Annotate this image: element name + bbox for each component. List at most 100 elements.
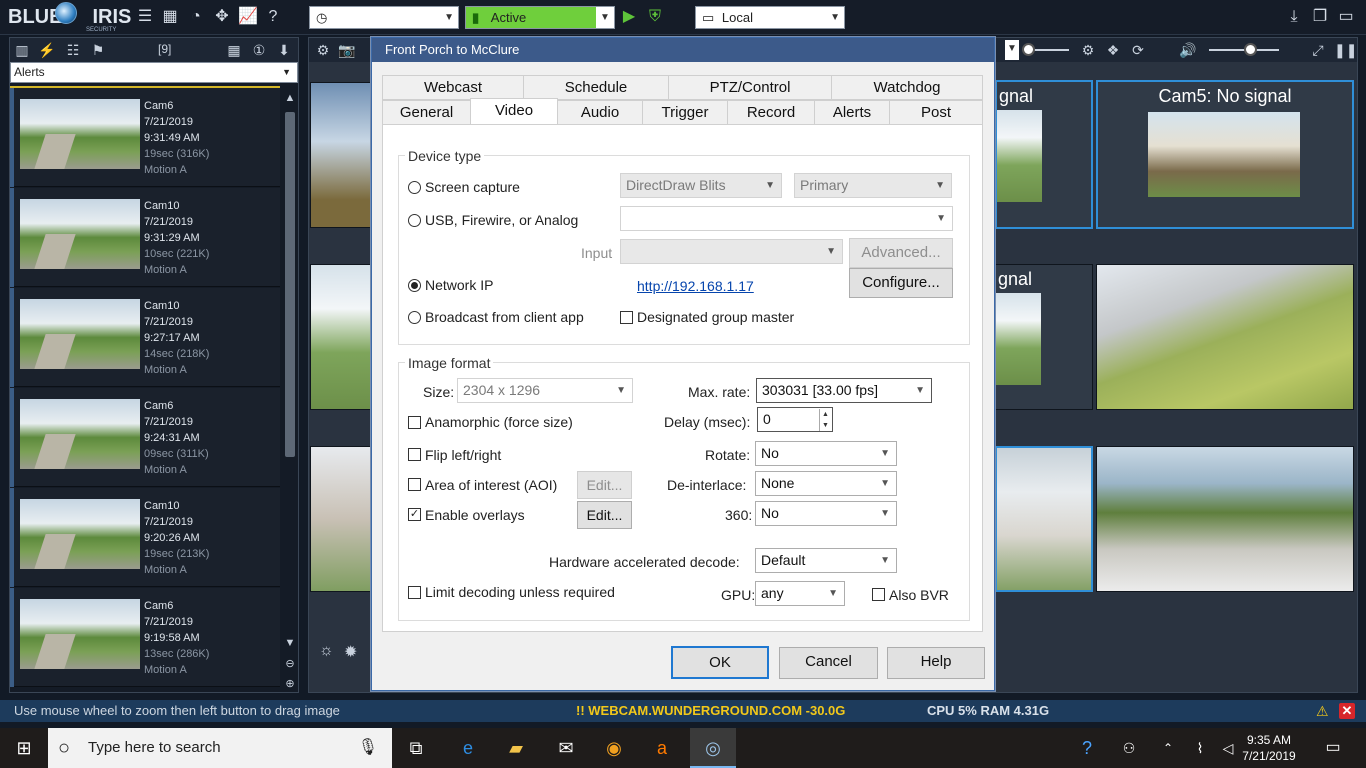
pause-icon[interactable]: ❚❚	[1334, 41, 1357, 59]
shield-icon[interactable]: ⛨	[645, 7, 665, 27]
close-alert-icon[interactable]: ✕	[1339, 703, 1355, 719]
tab-ptz-control[interactable]: PTZ/Control	[668, 75, 832, 100]
one-icon[interactable]: ①	[250, 41, 268, 59]
map-icon[interactable]: ▥	[13, 41, 31, 59]
screen-monitor-select[interactable]: Primary ▼	[794, 173, 952, 198]
max-rate-select[interactable]: 303031 [33.00 fps] ▼	[756, 378, 932, 403]
minimize-icon[interactable]: ▭	[1336, 7, 1356, 27]
scroll-up-icon[interactable]: ▲	[282, 90, 298, 106]
screen-capture-radio[interactable]	[408, 181, 421, 194]
flag-icon[interactable]: ⚑	[89, 41, 107, 59]
volume-icon[interactable]: 🔊	[1179, 41, 1197, 59]
zoom-out-icon[interactable]: ⊖	[282, 656, 298, 672]
aoi-edit-button[interactable]: Edit...	[577, 471, 632, 499]
ptz-move-icon[interactable]: ✥	[212, 7, 232, 27]
tab-schedule[interactable]: Schedule	[523, 75, 669, 100]
size-select[interactable]: 2304 x 1296 ▼	[457, 378, 633, 403]
windows-start-icon[interactable]: ⊞	[0, 728, 48, 768]
filter-icon[interactable]: ☷	[64, 41, 82, 59]
tab-audio[interactable]: Audio	[557, 100, 643, 125]
v360-select[interactable]: No ▼	[755, 501, 897, 526]
microphone-icon[interactable]: 🎙	[358, 728, 378, 768]
tab-post[interactable]: Post	[889, 100, 983, 125]
task-view-icon[interactable]: ⧉	[396, 728, 436, 768]
limit-decoding-checkbox[interactable]	[408, 586, 421, 599]
warning-icon[interactable]: ⚠	[1316, 700, 1329, 722]
hw-decode-select[interactable]: Default ▼	[755, 548, 897, 573]
stats-icon[interactable]: 📈	[238, 7, 258, 27]
lightning-icon[interactable]: ⚡	[38, 41, 56, 59]
taskbar-clock[interactable]: 9:35 AM 7/21/2019	[1234, 732, 1304, 764]
camera-tile[interactable]	[995, 446, 1093, 592]
tab-record[interactable]: Record	[727, 100, 815, 125]
camera-tile[interactable]	[310, 82, 372, 228]
timeline-icon[interactable]: ◔	[186, 7, 206, 27]
alert-list-item[interactable]: Cam6 7/21/2019 9:24:31 AM 09sec (311K) Motio…	[10, 388, 280, 487]
advanced-button[interactable]: Advanced...	[849, 238, 953, 268]
fullscreen-icon[interactable]: ⤢	[1309, 41, 1327, 59]
blue-iris-taskbar-icon[interactable]: ◎	[690, 728, 736, 768]
tab-general[interactable]: General	[382, 100, 471, 125]
notifications-icon[interactable]: ▭	[1318, 728, 1348, 768]
scroll-thumb[interactable]	[285, 112, 295, 457]
screen-mode-select[interactable]: DirectDraw Blits ▼	[620, 173, 782, 198]
network-ip-radio[interactable]	[408, 279, 421, 292]
server-combo[interactable]: ▭ Local ▼	[695, 6, 845, 29]
also-bvr-checkbox[interactable]	[872, 588, 885, 601]
zoom-in-icon[interactable]: ⊕	[282, 676, 298, 692]
camera-icon[interactable]: 📷	[338, 41, 356, 59]
alerts-filter-select[interactable]: Alerts ▼	[10, 62, 298, 83]
alert-list-item[interactable]: Cam10 7/21/2019 9:20:26 AM 19sec (213K) Moti…	[10, 488, 280, 587]
flip-checkbox[interactable]	[408, 448, 421, 461]
camera-tile[interactable]	[1096, 264, 1354, 410]
help-tray-icon[interactable]: ?	[1072, 728, 1102, 768]
browser-icon[interactable]: ◉	[594, 728, 634, 768]
alerts-scrollbar[interactable]: ▲ ▼ ⊖ ⊕	[282, 90, 298, 690]
scroll-down-icon[interactable]: ▼	[282, 635, 298, 651]
configure-button[interactable]: Configure...	[849, 268, 953, 298]
tab-watchdog[interactable]: Watchdog	[831, 75, 983, 100]
calendar-icon[interactable]: ▦	[225, 41, 243, 59]
overlays-checkbox[interactable]: ✓	[408, 508, 421, 521]
grid-slider-knob[interactable]	[1022, 43, 1035, 56]
input-select[interactable]: ▼	[620, 239, 843, 264]
brightness-up-icon[interactable]: ✹	[344, 642, 357, 662]
play-icon[interactable]: ▶	[619, 7, 639, 27]
download-icon[interactable]: ⤓	[1284, 7, 1304, 27]
edge-icon[interactable]: e	[448, 728, 488, 768]
layers-icon[interactable]: ❖	[1104, 41, 1122, 59]
chevron-down-icon[interactable]: ▼	[1005, 40, 1019, 60]
delay-spinner[interactable]: ▲ ▼	[819, 409, 831, 431]
network-icon[interactable]: ⌇	[1188, 728, 1212, 768]
volume-slider-knob[interactable]	[1244, 43, 1257, 56]
gear-icon[interactable]: ⚙	[314, 41, 332, 59]
tab-video[interactable]: Video	[470, 98, 558, 125]
refresh-icon[interactable]: ⟳	[1129, 41, 1147, 59]
overlays-edit-button[interactable]: Edit...	[577, 501, 632, 529]
ok-button[interactable]: OK	[671, 646, 769, 679]
clips-icon[interactable]: ▦	[160, 7, 180, 27]
brightness-down-icon[interactable]: ☼	[319, 642, 334, 660]
tray-expand-icon[interactable]: ⌃	[1156, 728, 1180, 768]
arrow-down-icon[interactable]: ⬇	[275, 41, 293, 59]
camera-tile-no-signal[interactable]: gnal	[995, 80, 1093, 229]
alert-list-item[interactable]: Cam10 7/21/2019 9:27:17 AM 14sec (218K) Moti…	[10, 288, 280, 387]
restore-icon[interactable]: ❐	[1310, 7, 1330, 27]
camera-tile[interactable]	[310, 264, 372, 410]
alert-list-item[interactable]: Cam6 7/21/2019 9:31:49 AM 19sec (316K) Motio…	[10, 88, 280, 187]
schedule-combo[interactable]: ◷ ▼	[309, 6, 459, 29]
usb-radio[interactable]	[408, 214, 421, 227]
usb-device-select[interactable]: ▼	[620, 206, 953, 231]
taskbar-search-box[interactable]: ○ Type here to search 🎙	[48, 728, 392, 768]
camera-tile[interactable]	[1096, 446, 1354, 592]
help-icon[interactable]: ?	[263, 7, 283, 27]
list-view-icon[interactable]: ☰	[135, 7, 155, 27]
tab-alerts[interactable]: Alerts	[814, 100, 890, 125]
gear-icon[interactable]: ⚙	[1079, 41, 1097, 59]
camera-tile-no-signal[interactable]: gnal	[995, 264, 1093, 410]
avast-icon[interactable]: a	[642, 728, 682, 768]
grid-slider-track[interactable]	[1029, 49, 1069, 51]
rotate-select[interactable]: No ▼	[755, 441, 897, 466]
alert-list-item[interactable]: Cam10 7/21/2019 9:31:29 AM 10sec (221K) Moti…	[10, 188, 280, 287]
tab-webcast[interactable]: Webcast	[382, 75, 524, 100]
